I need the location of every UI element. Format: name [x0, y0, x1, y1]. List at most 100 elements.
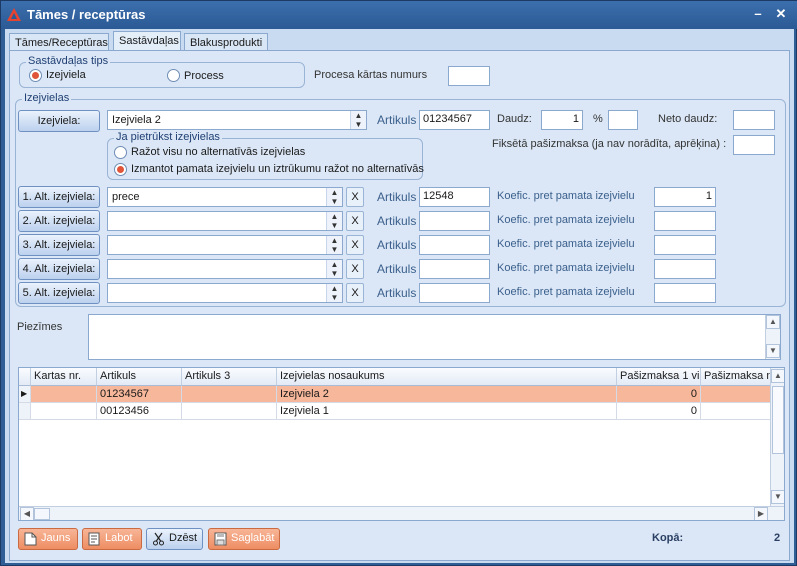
- alt-koef-input[interactable]: [654, 211, 716, 231]
- save-icon: [214, 532, 227, 546]
- cell-artikuls[interactable]: 00123456: [97, 403, 182, 420]
- clear-alt-button[interactable]: X: [346, 187, 364, 207]
- process-order-input[interactable]: [448, 66, 490, 86]
- fixed-cost-label: Fiksētā pašizmaksa (ja nav norādīta, apr…: [492, 138, 727, 150]
- spin-arrows-icon[interactable]: ▲ ▼: [350, 111, 366, 129]
- scroll-down-icon[interactable]: ▼: [771, 490, 784, 504]
- percent-input[interactable]: [608, 110, 638, 130]
- radio-shortage-use-main[interactable]: [114, 163, 127, 176]
- alt-material-combo[interactable]: ▲ ▼: [107, 259, 343, 279]
- new-button-label: Jauns: [41, 532, 71, 544]
- neto-daudz-label: Neto daudz:: [658, 113, 718, 125]
- scroll-thumb[interactable]: [34, 508, 50, 520]
- alt-koef-input[interactable]: 1: [654, 187, 716, 207]
- alt-artikuls-label: Artikuls: [377, 238, 417, 252]
- spin-arrows-icon[interactable]: ▲ ▼: [326, 212, 342, 230]
- radio-process[interactable]: [167, 69, 180, 82]
- tab-page-sastavdalas: Sastāvdaļas tips Izejviela Process Proce…: [9, 50, 790, 561]
- main-material-value: Izejviela 2: [112, 114, 161, 126]
- alt-artikuls-input[interactable]: 12548: [419, 187, 490, 207]
- new-document-icon: [24, 532, 37, 546]
- clear-alt-button[interactable]: X: [346, 211, 364, 231]
- alt-artikuls-label: Artikuls: [377, 286, 417, 300]
- alt-material-combo[interactable]: ▲ ▼: [107, 211, 343, 231]
- minimize-button[interactable]: –: [749, 6, 767, 22]
- scroll-right-icon[interactable]: ▶: [754, 507, 768, 520]
- scroll-left-icon[interactable]: ◀: [20, 507, 34, 520]
- delete-button[interactable]: Dzēst: [146, 528, 203, 550]
- component-type-legend: Sastāvdaļas tips: [26, 55, 111, 67]
- cell-kartas[interactable]: [31, 386, 97, 403]
- alt-material-combo[interactable]: ▲ ▼: [107, 283, 343, 303]
- alt-material-button[interactable]: 1. Alt. izejviela:: [18, 186, 100, 208]
- save-button[interactable]: Saglabāt: [208, 528, 280, 550]
- alt-material-button[interactable]: 2. Alt. izejviela:: [18, 210, 100, 232]
- alt-artikuls-input[interactable]: [419, 235, 490, 255]
- shortage-group: Ja pietrūkst izejvielas Ražot visu no al…: [107, 131, 424, 180]
- radio-shortage-all-alt[interactable]: [114, 146, 127, 159]
- main-material-button[interactable]: Izejviela:: [18, 110, 100, 132]
- table-horizontal-scrollbar[interactable]: ◀ ▶: [19, 506, 784, 520]
- edit-button[interactable]: Labot: [82, 528, 142, 550]
- spin-arrows-icon[interactable]: ▲ ▼: [326, 260, 342, 278]
- column-header[interactable]: Pašizmaksa ne: [701, 368, 771, 386]
- main-material-combo[interactable]: Izejviela 2 ▲ ▼: [107, 110, 367, 130]
- daudz-input[interactable]: 1: [541, 110, 583, 130]
- new-button[interactable]: Jauns: [18, 528, 78, 550]
- alt-koef-input[interactable]: [654, 259, 716, 279]
- alt-material-combo[interactable]: ▲ ▼: [107, 235, 343, 255]
- alt-material-button[interactable]: 3. Alt. izejviela:: [18, 234, 100, 256]
- fixed-cost-input[interactable]: [733, 135, 775, 155]
- scroll-thumb[interactable]: [772, 386, 784, 454]
- cell-cost1[interactable]: 0: [617, 386, 701, 403]
- column-header[interactable]: Artikuls: [97, 368, 182, 386]
- column-header[interactable]: Kartas nr.: [31, 368, 97, 386]
- spin-arrows-icon[interactable]: ▲ ▼: [326, 188, 342, 206]
- cell-cost2[interactable]: [701, 403, 771, 420]
- alt-koef-input[interactable]: [654, 235, 716, 255]
- tab-sastavdalas[interactable]: Sastāvdaļas: [113, 31, 181, 52]
- alt-artikuls-input[interactable]: [419, 283, 490, 303]
- column-header[interactable]: Izejvielas nosaukums: [277, 368, 617, 386]
- row-indicator-header: [19, 368, 31, 386]
- edit-document-icon: [88, 532, 100, 546]
- main-artikuls-label: Artikuls: [377, 113, 417, 127]
- clear-alt-button[interactable]: X: [346, 235, 364, 255]
- scroll-up-icon[interactable]: ▲: [766, 315, 780, 329]
- cell-kartas[interactable]: [31, 403, 97, 420]
- app-logo-icon: [7, 8, 21, 21]
- spin-arrows-icon[interactable]: ▲ ▼: [326, 284, 342, 302]
- cell-cost1[interactable]: 0: [617, 403, 701, 420]
- cell-artikuls3[interactable]: [182, 386, 277, 403]
- alt-artikuls-label: Artikuls: [377, 262, 417, 276]
- alt-material-button[interactable]: 4. Alt. izejviela:: [18, 258, 100, 280]
- radio-izejviela[interactable]: [29, 69, 42, 82]
- alt-artikuls-input[interactable]: [419, 259, 490, 279]
- notes-scrollbar[interactable]: ▲ ▼: [765, 315, 780, 359]
- radio-process-label: Process: [184, 70, 224, 82]
- clear-alt-button[interactable]: X: [346, 259, 364, 279]
- cell-cost2[interactable]: [701, 386, 771, 403]
- cell-artikuls[interactable]: 01234567: [97, 386, 182, 403]
- cell-name[interactable]: Izejviela 1: [277, 403, 617, 420]
- main-artikuls-input[interactable]: 01234567: [419, 110, 490, 130]
- clear-alt-button[interactable]: X: [346, 283, 364, 303]
- alt-material-button[interactable]: 5. Alt. izejviela:: [18, 282, 100, 304]
- materials-legend: Izejvielas: [22, 92, 72, 104]
- neto-daudz-input[interactable]: [733, 110, 775, 130]
- title-bar[interactable]: Tāmes / receptūras – ✕: [1, 1, 797, 29]
- scroll-up-icon[interactable]: ▲: [771, 369, 784, 383]
- alt-material-combo[interactable]: prece ▲ ▼: [107, 187, 343, 207]
- alt-artikuls-label: Artikuls: [377, 214, 417, 228]
- scroll-down-icon[interactable]: ▼: [766, 344, 780, 358]
- alt-koef-input[interactable]: [654, 283, 716, 303]
- close-button[interactable]: ✕: [772, 6, 790, 22]
- column-header[interactable]: Pašizmaksa 1 vie: [617, 368, 701, 386]
- notes-textarea[interactable]: [88, 314, 781, 360]
- alt-artikuls-input[interactable]: [419, 211, 490, 231]
- cell-name[interactable]: Izejviela 2: [277, 386, 617, 403]
- spin-arrows-icon[interactable]: ▲ ▼: [326, 236, 342, 254]
- column-header[interactable]: Artikuls 3: [182, 368, 277, 386]
- cell-artikuls3[interactable]: [182, 403, 277, 420]
- table-vertical-scrollbar[interactable]: ▲ ▼: [770, 368, 784, 506]
